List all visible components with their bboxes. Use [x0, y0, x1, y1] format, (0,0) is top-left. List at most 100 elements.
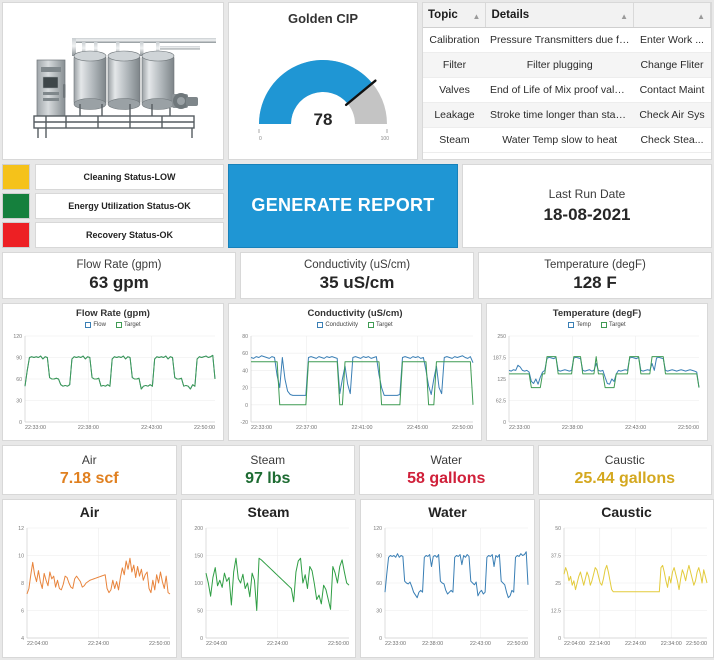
- utility-charts-row: Air 4 6 8 10 12 22:04:00 22:24:00 22:50:00 Steam 0…: [2, 499, 714, 658]
- svg-text:90: 90: [376, 554, 382, 560]
- cell-action: Change Fliter: [640, 59, 704, 71]
- status-color-swatch: [2, 193, 30, 219]
- svg-text:4: 4: [21, 636, 24, 642]
- cell-action: Enter Work ...: [639, 34, 704, 46]
- chart-plot: 0 62.5 125 187.5 250 22:33:00 22:38:00 22:43:00…: [493, 334, 700, 431]
- legend-label: Target: [376, 322, 393, 329]
- sort-caret-up-icon[interactable]: ▲: [473, 12, 481, 21]
- svg-text:22:41:00: 22:41:00: [352, 425, 373, 431]
- cell-details: Water Temp slow to heat: [502, 134, 618, 146]
- legend-item: Target: [115, 322, 141, 329]
- svg-text:22:33:00: 22:33:00: [509, 425, 530, 431]
- svg-text:30: 30: [16, 399, 22, 405]
- svg-text:50: 50: [197, 609, 203, 615]
- chart-card: Water 0 30 60 90 120 22:33:00 22:38:00 22:43:00 2…: [360, 499, 535, 658]
- gauge-title: Golden CIP: [287, 11, 359, 26]
- svg-text:50: 50: [555, 526, 561, 532]
- chart-plot: 0 30 60 90 120 22:33:00 22:38:00 22:43:00 22:50:…: [373, 526, 528, 647]
- column-header-details[interactable]: Details ▲: [485, 3, 634, 28]
- chart-card: Flow Rate (gpm) Flow Target 0 30 60 90 120 22:33…: [2, 303, 224, 442]
- svg-text:22:50:00: 22:50:00: [452, 425, 473, 431]
- table-row[interactable]: Filter Filter plugging Change Fliter: [423, 52, 711, 78]
- svg-text:187.5: 187.5: [493, 356, 506, 362]
- status-row: Energy Utilization Status-OK: [2, 193, 224, 219]
- svg-text:0: 0: [19, 420, 22, 426]
- cell-action: Contact Maint: [639, 84, 705, 96]
- kpi-card: Conductivity (uS/cm) 35 uS/cm: [240, 251, 474, 300]
- chart-card: Caustic 0 12.5 25 37.5 50 22:04:00 22:14:00 22:2…: [539, 499, 714, 658]
- svg-text:22:14:00: 22:14:00: [589, 641, 610, 647]
- column-header-topic[interactable]: Topic ▲: [423, 3, 487, 28]
- utility-card: Caustic 25.44 gallons: [537, 445, 712, 495]
- equipment-image-card: [2, 2, 224, 161]
- legend-item: Temp: [568, 322, 591, 329]
- chart-title: Water: [428, 504, 467, 520]
- svg-text:120: 120: [13, 334, 22, 340]
- plot-area: 0 30 60 90 120 22:33:00 22:38:00 22:43:00 22:50:…: [363, 522, 533, 655]
- svg-text:22:04:00: 22:04:00: [206, 641, 227, 647]
- chart-plot: 0 30 60 90 120 22:33:00 22:38:00 22:43:00 22:50:…: [13, 334, 216, 431]
- gauge-min-label: 0: [259, 136, 262, 142]
- svg-text:22:43:00: 22:43:00: [625, 425, 646, 431]
- kpi-value: 128 F: [573, 272, 617, 292]
- legend-item: Flow: [85, 322, 106, 329]
- svg-text:22:50:00: 22:50:00: [194, 425, 215, 431]
- table-row[interactable]: Leakage Stroke time longer than standard C…: [423, 102, 711, 128]
- alerts-table: Topic ▲ Details ▲ ▲ Calibration Pressure…: [423, 3, 711, 153]
- chart-title: Conductivity (uS/cm): [307, 308, 403, 320]
- svg-text:22:24:00: 22:24:00: [88, 641, 109, 647]
- utility-kpi-row: Air 7.18 scf Steam 97 lbs Water 58 gallons Cau…: [2, 445, 712, 495]
- chart-plot: -20 0 20 40 60 80 22:33:00 22:37:00 22:41:00 22:4…: [241, 334, 474, 431]
- sort-caret-up-icon[interactable]: ▲: [620, 12, 628, 21]
- table-row[interactable]: Valves End of Life of Mix proof valve 3..…: [423, 78, 711, 103]
- status-label: Cleaning Status-LOW: [35, 164, 224, 191]
- svg-text:250: 250: [497, 334, 506, 340]
- kpi-value: 35 uS/cm: [319, 272, 395, 292]
- last-run-value: 18-08-2021: [543, 204, 631, 224]
- column-header-action[interactable]: ▲: [633, 3, 711, 28]
- cell-topic: Calibration: [429, 34, 480, 46]
- status-row: Cleaning Status-LOW: [2, 164, 224, 191]
- table-row[interactable]: Steam Water Temp slow to heat Check Stea..…: [423, 128, 711, 153]
- plot-area: 0 12.5 25 37.5 50 22:04:00 22:14:00 22:24:00 22:…: [542, 522, 712, 655]
- process-charts-row: Flow Rate (gpm) Flow Target 0 30 60 90 120 22:33…: [2, 303, 712, 442]
- utility-card: Air 7.18 scf: [2, 445, 177, 495]
- svg-text:22:50:00: 22:50:00: [328, 641, 349, 647]
- svg-text:22:04:00: 22:04:00: [564, 641, 585, 647]
- svg-text:40: 40: [242, 369, 248, 375]
- svg-text:22:04:00: 22:04:00: [27, 641, 48, 647]
- status-color-swatch: [2, 221, 30, 248]
- sort-caret-up-icon[interactable]: ▲: [697, 12, 705, 21]
- svg-text:150: 150: [194, 554, 203, 560]
- chart-legend: Flow Target: [85, 322, 141, 329]
- cell-topic: Filter: [442, 59, 467, 71]
- chart-title: Temperature (degF): [552, 308, 642, 320]
- status-color-swatch: [2, 164, 30, 191]
- column-header-details-label: Details: [491, 9, 530, 21]
- svg-text:22:50:00: 22:50:00: [149, 641, 170, 647]
- generate-report-button[interactable]: GENERATE REPORT: [228, 164, 458, 248]
- gauge-value: 78: [313, 110, 333, 129]
- chart-title: Caustic: [601, 504, 652, 520]
- legend-label: Conductivity: [325, 322, 358, 329]
- plot-area: 0 62.5 125 187.5 250 22:33:00 22:38:00 22:43:00…: [489, 330, 705, 439]
- alerts-table-card: Topic ▲ Details ▲ ▲ Calibration Pressure…: [422, 2, 712, 161]
- utility-label: Caustic: [604, 452, 645, 467]
- legend-item: Conductivity: [317, 322, 358, 329]
- svg-text:60: 60: [16, 377, 22, 383]
- svg-text:20: 20: [242, 386, 248, 392]
- cell-topic: Leakage: [434, 109, 475, 121]
- chart-card: Temperature (degF) Temp Target 0 62.5 125 187.…: [486, 303, 708, 442]
- legend-swatch-icon: [368, 322, 374, 329]
- status-label: Energy Utilization Status-OK: [35, 193, 224, 219]
- legend-item: Target: [368, 322, 393, 329]
- cell-action: Check Air Sys: [639, 109, 705, 121]
- svg-text:-20: -20: [241, 420, 249, 426]
- svg-text:0: 0: [379, 636, 382, 642]
- table-row[interactable]: Calibration Pressure Transmitters due for…: [423, 28, 711, 53]
- cell-topic: Steam: [439, 134, 470, 146]
- svg-text:22:24:00: 22:24:00: [267, 641, 288, 647]
- svg-text:125: 125: [497, 377, 506, 383]
- svg-text:12: 12: [18, 526, 24, 532]
- chart-title: Steam: [247, 504, 290, 520]
